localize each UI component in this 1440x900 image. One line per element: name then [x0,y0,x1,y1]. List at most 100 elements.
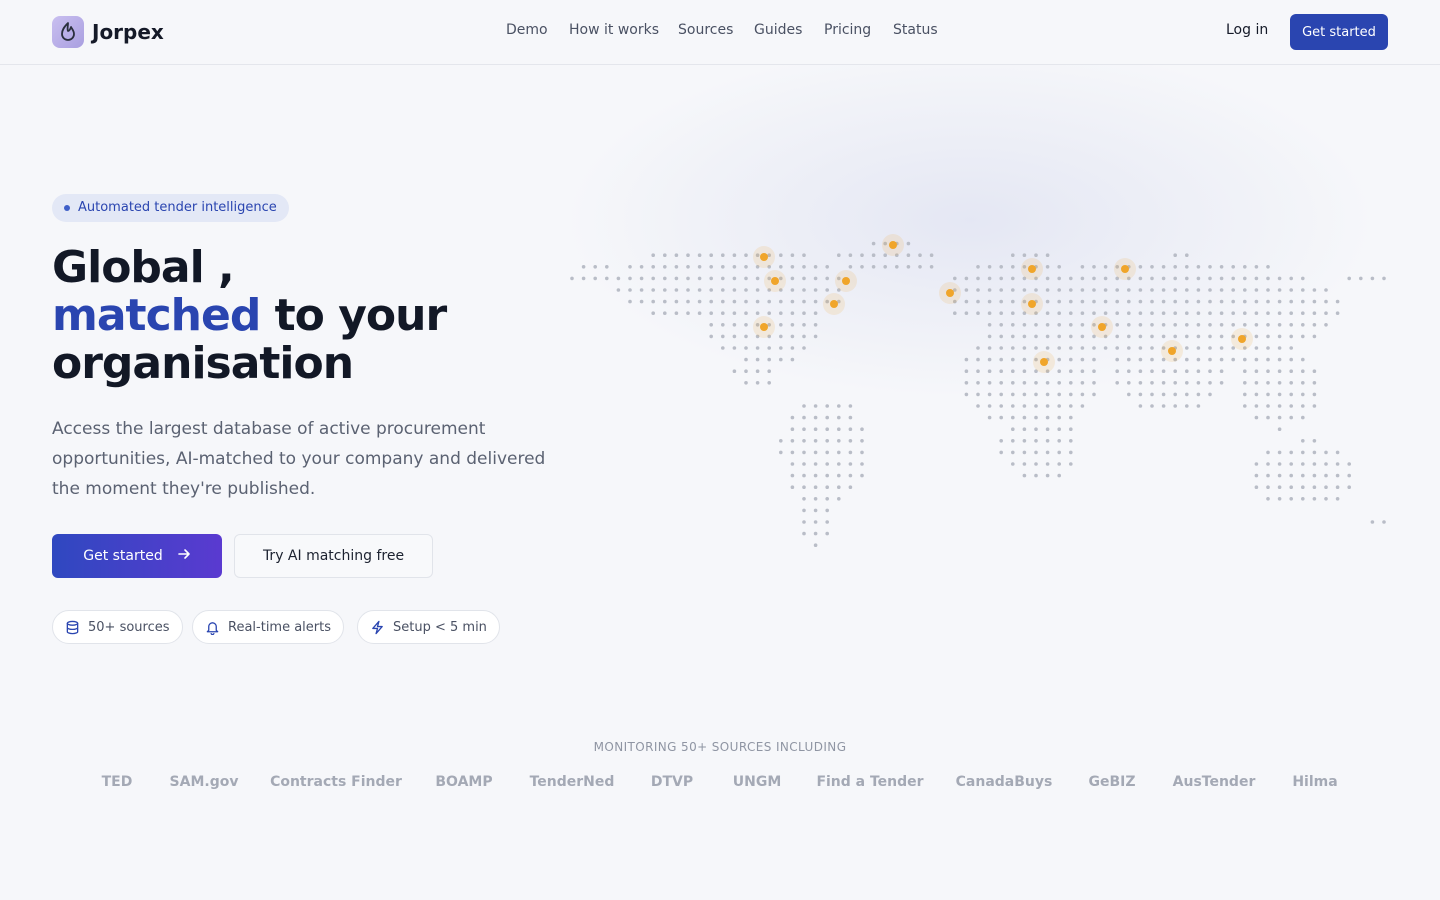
map-dot [837,404,841,408]
hero-get-started-button[interactable]: Get started [52,534,222,578]
map-dot [1045,288,1050,292]
map-dot [1173,392,1177,397]
map-dot [1069,369,1073,373]
map-dot [1057,311,1061,315]
map-dot [790,462,795,466]
map-dot [964,392,969,397]
map-dot [1150,334,1154,339]
source-ungm: UNGM [732,774,782,790]
map-dot [1011,288,1015,292]
map-dot [918,265,922,269]
map-dot [1069,357,1073,362]
map-dot [837,462,841,466]
map-dot [1301,323,1305,327]
map-dot [1289,299,1293,304]
map-dot [802,508,806,513]
map-dot [802,497,806,501]
map-dot [581,265,586,269]
nav-link-how-it-works[interactable]: How it works [569,22,659,38]
map-dot [1034,404,1038,408]
map-dot [1277,485,1282,490]
map-dot [1115,346,1119,350]
brand-logo[interactable]: Jorpex [52,16,164,48]
map-dot [686,311,690,315]
map-dot [1022,381,1027,385]
nav-link-guides[interactable]: Guides [754,22,802,38]
map-dot [987,323,992,327]
map-dot [1127,346,1131,350]
map-dot [1243,369,1247,373]
map-dot [1196,369,1201,373]
try-ai-matching-button[interactable]: Try AI matching free [234,534,433,578]
map-dot [755,357,760,362]
header-get-started-button[interactable]: Get started [1290,14,1388,50]
map-dot [1301,357,1305,362]
map-dot [1045,311,1050,315]
map-dot [1103,265,1108,269]
map-dot [1069,450,1073,455]
map-dot [1115,323,1119,327]
map-dot [999,323,1003,327]
map-dot [1301,288,1305,292]
map-dot [1185,369,1189,373]
map-dot [1138,357,1143,362]
map-dot [1092,276,1096,281]
map-dot [825,427,829,431]
map-dot [1034,473,1038,478]
map-dot [964,357,969,362]
map-dot [1266,381,1270,385]
map-dot [1057,462,1061,466]
map-dot [1277,288,1282,292]
nav-link-pricing[interactable]: Pricing [824,22,871,38]
map-dot [790,439,795,443]
map-dot [1022,473,1027,478]
map-dot [802,450,806,455]
map-dot [1243,276,1247,281]
map-dot [1335,485,1340,490]
map-dot [628,288,632,292]
map-dot [1022,404,1027,408]
map-dot [1080,346,1085,350]
map-dot [755,288,760,292]
map-dot [1208,299,1212,304]
map-dot [1312,381,1317,385]
map-dot [1243,288,1247,292]
nav-link-demo[interactable]: Demo [506,22,548,38]
map-dot [721,323,725,327]
map-dot [605,276,609,281]
map-dot [1208,369,1212,373]
map-dot [976,288,980,292]
map-dot [1277,450,1282,455]
map-dot [1138,288,1143,292]
map-dot [825,276,829,281]
map-dot [860,450,864,455]
map-dot [651,276,655,281]
map-dot [976,392,980,397]
map-dot [1011,346,1015,350]
map-dot [1092,369,1096,373]
map-dot [837,439,841,443]
map-dot [1080,299,1085,304]
map-dot [825,485,829,490]
world-map [570,234,1386,547]
map-dot [790,323,795,327]
map-dot [1289,346,1293,350]
map-dot [570,276,574,281]
map-dot [1103,311,1108,315]
map-dot [1173,323,1177,327]
map-dot [837,473,841,478]
map-dot [1185,276,1189,281]
nav-link-sources[interactable]: Sources [678,22,733,38]
map-hotspots [753,234,1253,373]
hotspot-dot [1028,265,1036,273]
nav-link-status[interactable]: Status [893,22,938,38]
map-dot [906,265,911,269]
map-dot [802,288,806,292]
map-dot [848,404,853,408]
map-dot [1150,357,1154,362]
hotspot-dot [1028,300,1036,308]
map-dot [721,253,725,257]
map-dot [1266,299,1270,304]
login-link[interactable]: Log in [1226,22,1268,38]
hotspot-dot [946,289,954,297]
